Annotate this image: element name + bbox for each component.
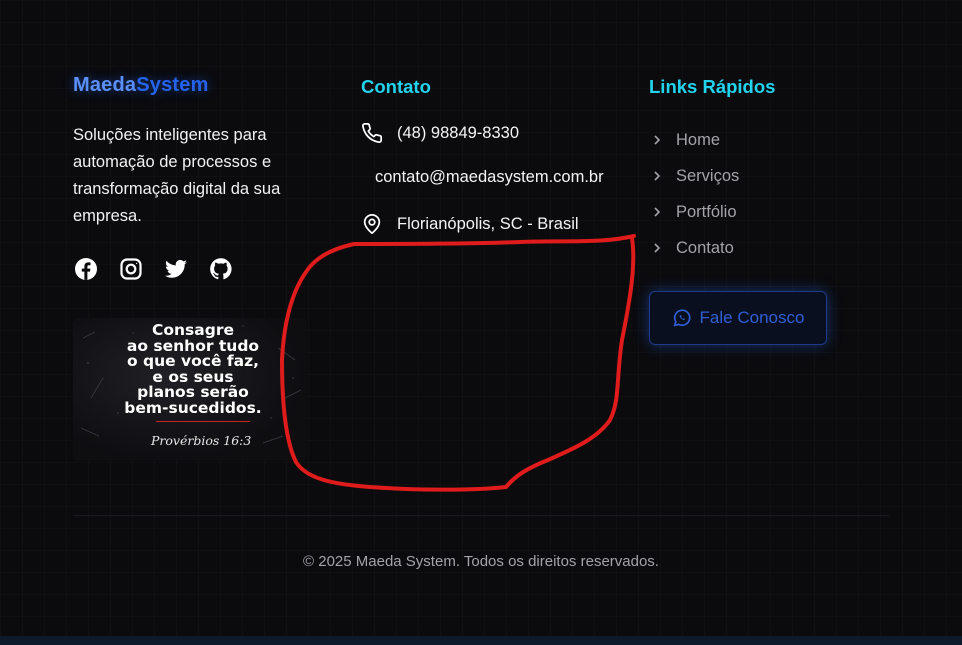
instagram-link[interactable] [118, 256, 144, 282]
chevron-right-icon [650, 241, 664, 255]
quick-link-home[interactable]: Home [650, 122, 739, 158]
quick-links-list: Home Serviços Portfólio Contato [650, 122, 739, 266]
chevron-right-icon [650, 133, 664, 147]
quick-link-label: Portfólio [676, 202, 737, 221]
contact-location: Florianópolis, SC - Brasil [361, 213, 579, 235]
copyright-text: © 2025 Maeda System. Todos os direitos r… [303, 553, 659, 570]
twitter-link[interactable] [163, 256, 189, 282]
social-links [73, 256, 253, 282]
brand-name-part1: Maeda [73, 74, 137, 96]
map-pin-icon [361, 213, 383, 235]
quick-link-contato[interactable]: Contato [650, 230, 739, 266]
instagram-icon [120, 258, 142, 280]
phone-icon [361, 122, 383, 144]
facebook-icon [75, 258, 97, 280]
github-icon [210, 258, 232, 280]
verse-text: Consagre ao senhor tudo o que você faz, … [124, 321, 262, 417]
quick-link-label: Home [676, 130, 721, 149]
facebook-link[interactable] [73, 256, 99, 282]
brand-description: Soluções inteligentes para automação de … [73, 126, 281, 225]
whatsapp-icon [672, 308, 692, 328]
quick-link-label: Serviços [676, 166, 740, 185]
contact-heading: Contato [361, 76, 431, 97]
quick-link-servicos[interactable]: Serviços [650, 158, 739, 194]
contact-email[interactable]: contato@maedasystem.com.br [375, 168, 604, 187]
email-address: contato@maedasystem.com.br [375, 168, 604, 186]
twitter-icon [165, 259, 187, 278]
brand-name-part2: System [136, 74, 209, 96]
verse-divider [156, 421, 250, 422]
contact-us-label: Fale Conosco [699, 308, 805, 327]
brand-logo[interactable]: MaedaSystem [73, 74, 209, 97]
location-text: Florianópolis, SC - Brasil [397, 214, 579, 233]
footer-divider [73, 515, 889, 516]
quick-link-label: Contato [676, 238, 734, 257]
contact-us-button[interactable]: Fale Conosco [649, 291, 827, 345]
phone-number: (48) 98849-8330 [397, 123, 520, 142]
verse-reference: Provérbios 16:3 [151, 433, 252, 448]
chevron-right-icon [650, 169, 664, 183]
chevron-right-icon [650, 205, 664, 219]
bottom-bar [0, 636, 962, 645]
quick-link-portfolio[interactable]: Portfólio [650, 194, 739, 230]
github-link[interactable] [208, 256, 234, 282]
quick-links-heading: Links Rápidos [649, 76, 776, 97]
verse-image: Consagre ao senhor tudo o que você faz, … [73, 318, 307, 461]
site-footer: MaedaSystem Soluções inteligentes para a… [0, 0, 962, 636]
contact-phone[interactable]: (48) 98849-8330 [361, 122, 519, 144]
